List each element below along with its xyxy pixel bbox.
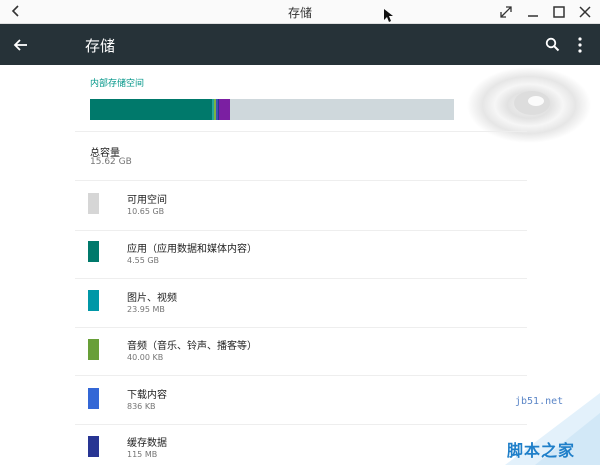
color-swatch [88,388,99,409]
color-swatch [88,436,99,457]
item-value: 836 KB [127,402,156,411]
item-label: 应用（应用数据和媒体内容） [127,244,257,255]
watermark-url: jb51.net [515,396,564,407]
maximize-icon[interactable] [551,4,567,20]
storage-item-downloads[interactable]: 下载内容 836 KB [75,376,527,425]
color-swatch [88,241,99,262]
total-capacity-value: 15.62 GB [90,157,132,167]
minimize-icon[interactable] [525,4,541,20]
search-icon[interactable] [545,37,560,52]
storage-usage-bar [90,99,454,120]
item-label: 下载内容 [127,390,167,401]
item-value: 40.00 KB [127,353,164,362]
item-value: 4.55 GB [127,256,160,265]
page-title: 存储 [85,37,116,55]
storage-item-apps[interactable]: 应用（应用数据和媒体内容） 4.55 GB [75,231,527,280]
item-label: 图片、视频 [127,293,177,304]
storage-item-free-space[interactable]: 可用空间 10.65 GB [75,181,527,230]
arrow-back-icon[interactable] [12,36,30,54]
mouse-cursor-icon [384,9,393,22]
color-swatch [88,290,99,311]
item-label: 可用空间 [127,195,167,206]
storage-item-pictures-videos[interactable]: 图片、视频 23.95 MB [75,279,527,328]
site-watermark: jb51.net 脚本之家 [505,393,600,465]
close-icon[interactable] [577,4,593,20]
watermark-name: 脚本之家 [507,441,576,460]
ripple-decoration [467,67,591,143]
item-value: 10.65 GB [127,207,165,216]
expand-icon[interactable] [498,4,514,20]
storage-item-audio[interactable]: 音频（音乐、铃声、播客等） 40.00 KB [75,328,527,377]
item-label: 缓存数据 [127,438,167,449]
item-label: 音频（音乐、铃声、播客等） [127,341,257,352]
usage-segment-misc [219,99,231,120]
window-titlebar: 存储 [0,0,600,24]
divider [75,131,527,132]
item-value: 23.95 MB [127,305,165,314]
storage-item-cache[interactable]: 缓存数据 115 MB [75,425,527,465]
more-vert-icon[interactable] [574,36,586,54]
color-swatch [88,193,99,214]
item-value: 115 MB [127,450,158,459]
color-swatch [88,339,99,360]
app-bar: 存储 [0,24,600,65]
usage-segment-apps [90,99,212,120]
section-label-internal-storage: 内部存储空间 [90,79,145,89]
